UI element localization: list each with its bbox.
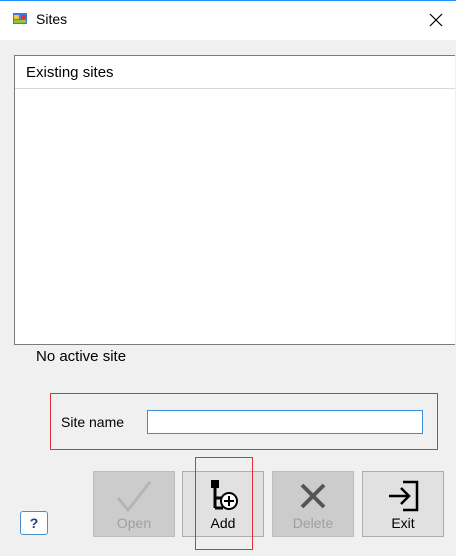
delete-x-icon (300, 483, 326, 509)
site-name-label: Site name (61, 414, 125, 430)
exit-icon (389, 480, 419, 512)
existing-sites-list[interactable]: Existing sites (14, 55, 455, 345)
sites-app-icon (12, 11, 28, 27)
title-bar: Sites (0, 0, 456, 40)
exit-button[interactable]: Exit (362, 471, 444, 537)
list-header-existing-sites[interactable]: Existing sites (15, 56, 455, 89)
exit-button-label: Exit (391, 515, 415, 531)
close-button[interactable] (416, 1, 456, 39)
site-name-input[interactable] (147, 410, 423, 434)
help-icon: ? (29, 515, 39, 531)
add-node-icon (211, 480, 238, 510)
checkmark-icon (116, 481, 152, 513)
help-button[interactable]: ? (20, 511, 48, 535)
window-title: Sites (36, 11, 68, 27)
active-site-status: No active site (36, 348, 127, 365)
delete-button[interactable]: Delete (272, 471, 354, 537)
site-name-panel: Site name (50, 393, 438, 450)
open-button[interactable]: Open (93, 471, 175, 537)
close-icon (429, 13, 443, 27)
delete-button-label: Delete (292, 515, 334, 531)
add-button[interactable]: Add (182, 471, 264, 537)
add-button-label: Add (210, 515, 236, 531)
open-button-label: Open (116, 515, 152, 531)
